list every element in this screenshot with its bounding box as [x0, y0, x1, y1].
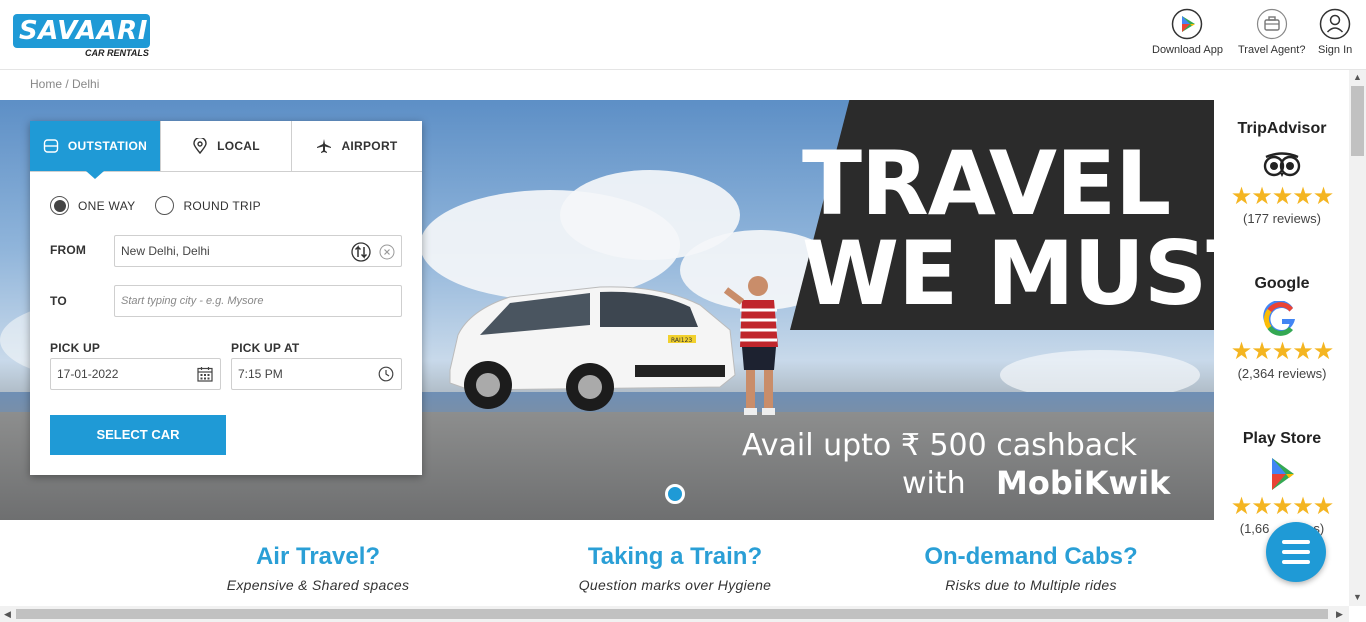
to-label: TO: [50, 294, 67, 308]
trip-category-tabs: OUTSTATION LOCAL AIRPORT: [30, 121, 422, 179]
round-trip-radio[interactable]: ROUND TRIP: [155, 196, 261, 215]
savaari-logo[interactable]: SAVAARI CAR RENTALS: [13, 14, 150, 60]
tab-airport[interactable]: AIRPORT: [292, 121, 422, 171]
scroll-down-icon[interactable]: ▼: [1353, 592, 1362, 602]
horizontal-scrollbar[interactable]: ◀ ▶: [0, 606, 1349, 622]
scroll-left-icon[interactable]: ◀: [4, 609, 11, 620]
card-subtitle: Risks due to Multiple rides: [945, 577, 1117, 593]
reviews-sidebar: TripAdvisor ★★★★★ (177 reviews) Google ★…: [1214, 100, 1350, 550]
travel-agent-link[interactable]: Travel Agent?: [1238, 8, 1305, 56]
card-cabs: On-demand Cabs? Risks due to Multiple ri…: [881, 543, 1181, 593]
pickup-time-value: 7:15 PM: [238, 367, 283, 381]
headline-line-1: TRAVEL: [802, 132, 1171, 235]
review-source-name: TripAdvisor: [1237, 120, 1327, 137]
review-source-name: Google: [1254, 275, 1310, 292]
vertical-scroll-thumb[interactable]: [1351, 86, 1364, 156]
sign-in-link[interactable]: Sign In: [1318, 8, 1352, 56]
review-source-name: Play Store: [1242, 430, 1322, 447]
pickup-time-label: PICK UP AT: [231, 341, 300, 355]
booking-widget: OUTSTATION LOCAL AIRPORT ONE WAY ROUND T…: [30, 121, 422, 475]
travel-agent-label: Travel Agent?: [1238, 44, 1306, 56]
hamburger-line: [1282, 550, 1310, 554]
round-trip-label: ROUND TRIP: [183, 198, 261, 213]
from-input[interactable]: New Delhi, Delhi: [114, 235, 402, 267]
site-header: SAVAARI CAR RENTALS Download App Travel …: [0, 0, 1366, 70]
pickup-date-value: 17-01-2022: [57, 367, 119, 381]
mobikwik-logo: MobiKwik: [996, 464, 1171, 502]
rating-stars: ★★★★★: [1230, 338, 1335, 365]
radio-unchecked-icon: [155, 196, 175, 215]
swap-icon[interactable]: [351, 242, 371, 262]
tab-outstation-label: OUTSTATION: [67, 139, 148, 153]
pickup-date-label: PICK UP: [50, 341, 101, 355]
google-g-icon: [1263, 301, 1295, 336]
clear-icon[interactable]: [379, 244, 395, 260]
review-count-start: (1,66: [1239, 521, 1270, 536]
page: SAVAARI CAR RENTALS Download App Travel …: [0, 0, 1366, 622]
play-store-icon: [1172, 8, 1203, 40]
headline-line-2: WE MUST: [802, 222, 1214, 325]
card-subtitle: Expensive & Shared spaces: [226, 577, 410, 593]
review-tripadvisor[interactable]: TripAdvisor ★★★★★ (177 reviews): [1214, 120, 1350, 226]
carousel-indicator[interactable]: [665, 484, 685, 504]
promo-line-2: with: [902, 466, 966, 501]
card-title: On-demand Cabs?: [924, 543, 1138, 570]
to-input[interactable]: Start typing city - e.g. Mysore: [114, 285, 402, 317]
card-train: Taking a Train? Question marks over Hygi…: [525, 543, 825, 593]
car-icon: [43, 139, 59, 153]
scroll-up-icon[interactable]: ▲: [1353, 72, 1362, 82]
download-app-label: Download App: [1152, 44, 1223, 56]
rating-stars: ★★★★★: [1230, 493, 1335, 520]
hamburger-line: [1282, 540, 1310, 544]
card-subtitle: Question marks over Hygiene: [578, 577, 772, 593]
review-google[interactable]: Google ★★★★★ (2,364 reviews): [1214, 275, 1350, 381]
logo-subtext: CAR RENTALS: [85, 48, 149, 58]
tab-outstation[interactable]: OUTSTATION: [30, 121, 161, 179]
tab-airport-label: AIRPORT: [341, 139, 398, 153]
download-app-link[interactable]: Download App: [1152, 8, 1223, 56]
pickup-time-input[interactable]: 7:15 PM: [231, 358, 402, 390]
location-pin-icon: [193, 138, 207, 154]
from-label: FROM: [50, 243, 87, 257]
promo-line-1: Avail upto ₹ 500 cashback: [742, 428, 1138, 463]
rating-stars: ★★★★★: [1230, 183, 1335, 210]
card-air-travel: Air Travel? Expensive & Shared spaces: [168, 543, 468, 593]
clock-icon: [378, 366, 394, 382]
briefcase-icon: [1256, 8, 1287, 40]
logo-wordmark: SAVAARI: [13, 14, 150, 48]
tripadvisor-owl-icon: [1263, 152, 1301, 177]
user-icon: [1319, 8, 1351, 40]
play-store-icon: [1272, 458, 1294, 490]
scroll-right-icon[interactable]: ▶: [1336, 609, 1343, 620]
from-value: New Delhi, Delhi: [121, 244, 210, 258]
pickup-date-input[interactable]: 17-01-2022: [50, 358, 221, 390]
review-count: (2,364 reviews): [1237, 366, 1327, 381]
card-title: Taking a Train?: [587, 543, 763, 570]
card-title: Air Travel?: [255, 543, 381, 570]
tab-local[interactable]: LOCAL: [161, 121, 292, 171]
suv-car-image: RAI123: [449, 286, 736, 411]
airplane-icon: [317, 139, 332, 153]
breadcrumb[interactable]: Home / Delhi: [30, 77, 99, 91]
to-placeholder: Start typing city - e.g. Mysore: [121, 295, 264, 307]
review-play-store[interactable]: Play Store ★★★★★ (1,66 s): [1214, 430, 1350, 536]
select-car-button[interactable]: SELECT CAR: [50, 415, 226, 455]
license-plate: RAI123: [671, 337, 692, 344]
sign-in-label: Sign In: [1318, 44, 1353, 56]
trip-type-selector: ONE WAY ROUND TRIP: [50, 196, 261, 215]
tab-local-label: LOCAL: [217, 139, 260, 153]
calendar-icon: [197, 367, 213, 382]
hamburger-line: [1282, 560, 1310, 564]
vertical-scrollbar[interactable]: ▲ ▼: [1349, 70, 1366, 606]
review-count: (177 reviews): [1242, 211, 1322, 226]
hamburger-menu-button[interactable]: [1266, 522, 1326, 582]
one-way-label: ONE WAY: [78, 198, 136, 213]
person-image: [723, 276, 778, 415]
one-way-radio[interactable]: ONE WAY: [50, 196, 135, 215]
horizontal-scroll-thumb[interactable]: [16, 609, 1328, 619]
radio-checked-icon: [50, 196, 69, 215]
